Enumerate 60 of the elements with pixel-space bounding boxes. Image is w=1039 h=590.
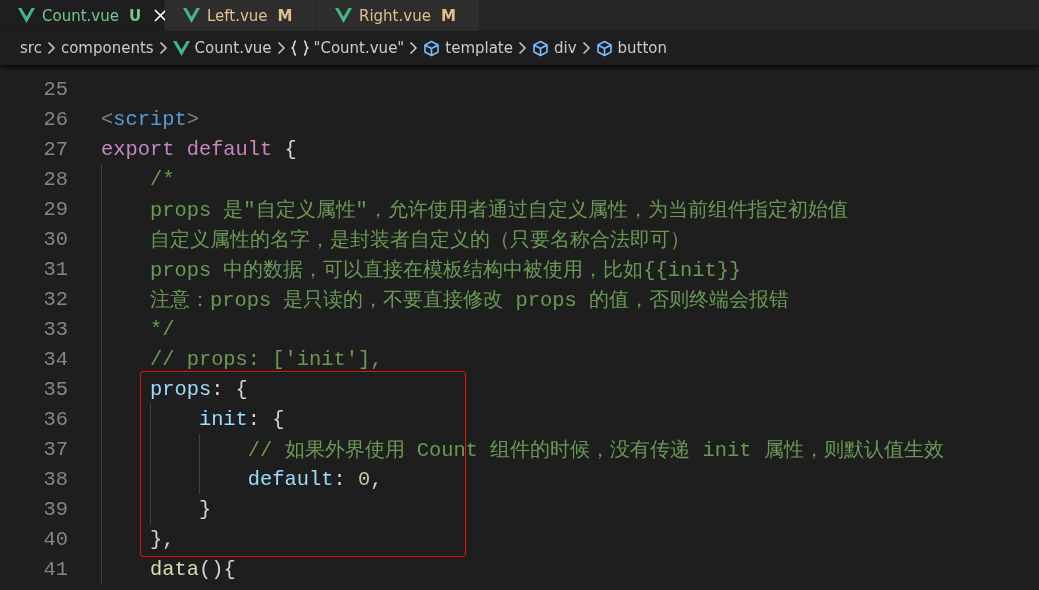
code-line: <script> <box>101 107 199 131</box>
code-line: props: { <box>148 377 248 401</box>
editor-tab[interactable]: Left.vue M <box>165 0 317 31</box>
code-line: }, <box>148 527 175 551</box>
chevron-right-icon <box>46 41 56 55</box>
line-number: 37 <box>42 437 68 461</box>
line-number: 31 <box>42 257 68 281</box>
code-line: 自定义属性的名字，是封装者自定义的（只要名称合法即可） <box>148 228 690 253</box>
chevron-right-icon <box>581 41 591 55</box>
breadcrumb-item[interactable]: "Count.vue" <box>313 39 405 57</box>
git-status-label: U <box>128 6 142 25</box>
close-icon[interactable] <box>154 9 168 22</box>
editor-tab[interactable]: Count.vue U <box>0 0 165 31</box>
line-number: 29 <box>42 197 68 221</box>
git-status-label: M <box>277 6 293 25</box>
cube-icon <box>595 39 613 57</box>
braces-icon <box>290 40 309 56</box>
line-number: 32 <box>42 287 68 311</box>
code-line: default: 0, <box>246 467 383 491</box>
line-number: 40 <box>42 527 68 551</box>
code-line: } <box>197 497 212 521</box>
code-line: export default { <box>101 137 297 161</box>
cube-icon <box>423 39 441 57</box>
line-number: 28 <box>42 167 68 191</box>
vue-logo-icon <box>183 8 200 23</box>
line-number: 41 <box>42 557 68 581</box>
line-number: 34 <box>42 347 68 371</box>
editor-tab[interactable]: Right.vue M <box>317 0 480 31</box>
code-line: props 中的数据，可以直接在模板结构中被使用，比如{{init}} <box>148 258 742 283</box>
vue-logo-icon <box>335 8 352 23</box>
breadcrumb-item[interactable]: src <box>20 39 42 57</box>
code-line: */ <box>148 317 175 341</box>
vue-logo-icon <box>18 8 35 23</box>
chevron-right-icon <box>518 41 527 55</box>
breadcrumb-item[interactable]: components <box>60 39 154 57</box>
line-number: 39 <box>42 497 68 521</box>
breadcrumb-item[interactable]: div <box>554 39 577 57</box>
line-number: 35 <box>42 377 68 401</box>
code-line: 注意：props 是只读的，不要直接修改 props 的值，否则终端会报错 <box>148 288 790 313</box>
git-status-label: M <box>440 6 456 25</box>
line-number: 27 <box>42 137 68 161</box>
chevron-right-icon <box>158 41 168 55</box>
line-number: 33 <box>42 317 68 341</box>
cube-icon <box>532 39 549 57</box>
chevron-right-icon <box>276 41 286 55</box>
line-number: 38 <box>42 467 68 491</box>
line-number: 25 <box>42 77 68 101</box>
code-line: props 是"自定义属性"，允许使用者通过自定义属性，为当前组件指定初始值 <box>148 198 848 223</box>
code-line: /* <box>148 167 175 191</box>
code-line: data(){ <box>148 557 236 581</box>
breadcrumb-item[interactable]: button <box>617 39 668 57</box>
vue-logo-icon <box>172 40 190 56</box>
breadcrumb-item[interactable]: Count.vue <box>194 39 272 57</box>
code-line: init: { <box>197 407 285 431</box>
code-line: // props: ['init'], <box>148 347 383 371</box>
chevron-right-icon <box>409 41 419 55</box>
line-number: 26 <box>42 107 68 131</box>
line-number: 30 <box>42 227 68 251</box>
line-number: 36 <box>42 407 68 431</box>
breadcrumb-item[interactable]: template <box>445 39 513 57</box>
